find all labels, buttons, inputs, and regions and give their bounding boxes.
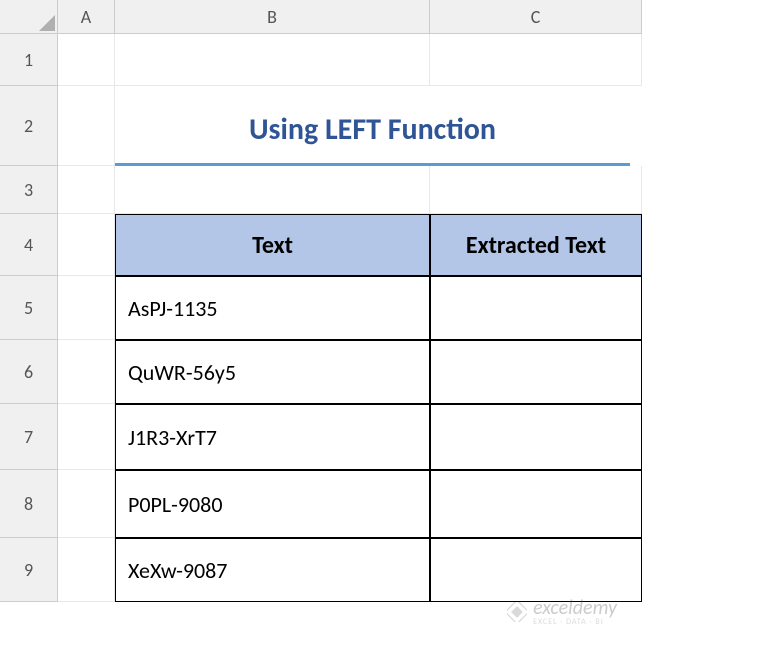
cell-a7[interactable] — [58, 404, 115, 470]
cell-c1[interactable] — [430, 34, 642, 86]
row-header-6[interactable]: 6 — [0, 340, 58, 404]
logo-icon — [507, 602, 527, 622]
cell-a4[interactable] — [58, 214, 115, 276]
table-row[interactable]: AsPJ-1135 — [115, 276, 430, 340]
watermark-main: exceldemy — [533, 598, 617, 618]
col-header-b[interactable]: B — [115, 0, 430, 34]
row-header-5[interactable]: 5 — [0, 276, 58, 340]
table-row[interactable] — [430, 404, 642, 470]
table-row[interactable]: QuWR-56y5 — [115, 340, 430, 404]
cell-b3[interactable] — [115, 166, 430, 214]
watermark-sub: EXCEL · DATA · BI — [533, 618, 617, 626]
watermark: exceldemy EXCEL · DATA · BI — [507, 598, 617, 626]
table-row[interactable] — [430, 538, 642, 602]
table-header-extracted[interactable]: Extracted Text — [430, 214, 642, 276]
col-header-c[interactable]: C — [430, 0, 642, 34]
table-row[interactable]: J1R3-XrT7 — [115, 404, 430, 470]
table-header-text[interactable]: Text — [115, 214, 430, 276]
row-header-2[interactable]: 2 — [0, 86, 58, 166]
row-header-9[interactable]: 9 — [0, 538, 58, 602]
row-header-4[interactable]: 4 — [0, 214, 58, 276]
spreadsheet-grid: A B C 1 2 Using LEFT Function 3 4 Text E… — [0, 0, 767, 602]
cell-a5[interactable] — [58, 276, 115, 340]
cell-b1[interactable] — [115, 34, 430, 86]
col-header-a[interactable]: A — [58, 0, 115, 34]
cell-a6[interactable] — [58, 340, 115, 404]
cell-c3[interactable] — [430, 166, 642, 214]
table-row[interactable] — [430, 276, 642, 340]
table-row[interactable] — [430, 470, 642, 538]
row-header-8[interactable]: 8 — [0, 470, 58, 538]
cell-a3[interactable] — [58, 166, 115, 214]
row-header-7[interactable]: 7 — [0, 404, 58, 470]
select-all-corner[interactable] — [0, 0, 58, 34]
table-row[interactable]: XeXw-9087 — [115, 538, 430, 602]
cell-a1[interactable] — [58, 34, 115, 86]
row-header-1[interactable]: 1 — [0, 34, 58, 86]
row-header-3[interactable]: 3 — [0, 166, 58, 214]
table-row[interactable] — [430, 340, 642, 404]
table-row[interactable]: P0PL-9080 — [115, 470, 430, 538]
cell-a2[interactable] — [58, 86, 115, 166]
cell-a9[interactable] — [58, 538, 115, 602]
page-title: Using LEFT Function — [115, 96, 630, 166]
cell-a8[interactable] — [58, 470, 115, 538]
